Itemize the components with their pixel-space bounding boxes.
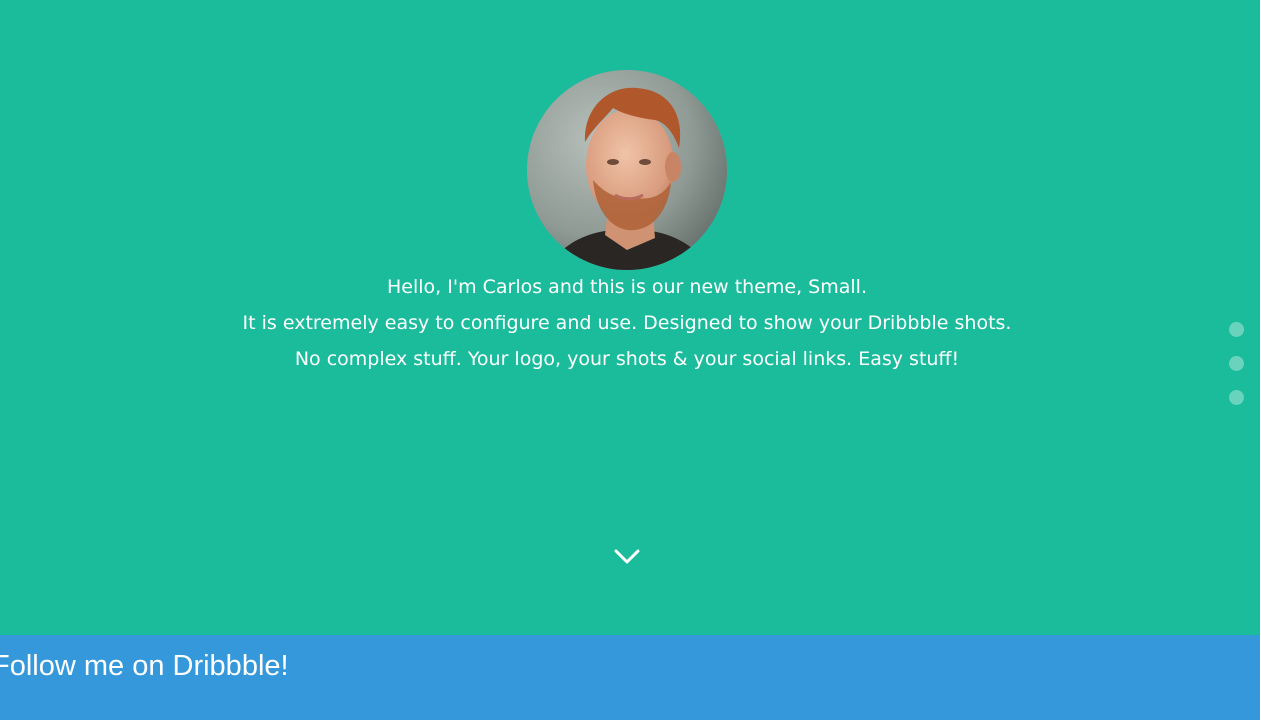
hero-section: Hello, I'm Carlos and this is our new th… bbox=[0, 0, 1260, 635]
section-nav-dots bbox=[1229, 322, 1245, 424]
intro-line-3: No complex stuff. Your logo, your shots … bbox=[294, 348, 960, 370]
dribbble-section-title: Follow me on Dribbble! bbox=[0, 650, 289, 682]
dribbble-section: Follow me on Dribbble! bbox=[0, 635, 1260, 720]
page: Hello, I'm Carlos and this is our new th… bbox=[0, 0, 1261, 720]
section-nav-dot[interactable] bbox=[1229, 356, 1244, 371]
intro-line-1: Hello, I'm Carlos and this is our new th… bbox=[387, 276, 867, 298]
avatar-portrait-image bbox=[527, 70, 727, 270]
intro-text: Hello, I'm Carlos and this is our new th… bbox=[0, 269, 1254, 377]
chevron-down-icon[interactable] bbox=[612, 546, 642, 566]
section-nav-dot[interactable] bbox=[1229, 322, 1244, 337]
section-nav-dot[interactable] bbox=[1229, 390, 1244, 405]
avatar bbox=[527, 70, 727, 270]
intro-line-2: It is extremely easy to configure and us… bbox=[242, 312, 1012, 334]
